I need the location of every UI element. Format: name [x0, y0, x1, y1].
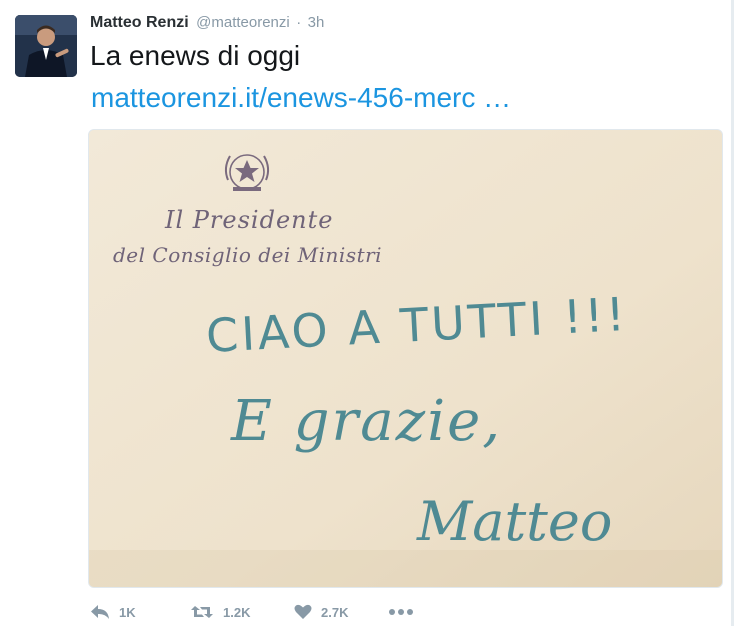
- tweet-timestamp[interactable]: 3h: [308, 14, 325, 31]
- letterhead-title: Il Presidente: [164, 206, 333, 234]
- like-button[interactable]: 2.7K: [294, 600, 348, 624]
- retweet-icon: [191, 606, 213, 618]
- more-dots-icon: [389, 609, 413, 615]
- tweet-actions: 1K 1.2K 2.7K: [90, 600, 530, 626]
- reply-count: 1K: [119, 604, 136, 620]
- heart-icon: [294, 604, 312, 619]
- letterhead-subtitle: del Consiglio dei Ministri: [113, 243, 382, 267]
- retweet-button[interactable]: 1.2K: [190, 600, 250, 624]
- more-button[interactable]: [388, 600, 423, 624]
- author-name[interactable]: Matteo Renzi: [90, 14, 189, 31]
- retweet-count: 1.2K: [223, 604, 251, 620]
- handwritten-letter-image: Il Presidente del Consiglio dei Ministri…: [89, 130, 722, 587]
- time-separator: ·: [296, 14, 302, 31]
- avatar-photo: [15, 15, 77, 77]
- reply-icon: [91, 605, 109, 619]
- tweet-link[interactable]: matteorenzi.it/enews-456-merc …: [91, 82, 511, 114]
- handwritten-signature: Matteo: [416, 490, 612, 553]
- avatar[interactable]: [15, 15, 77, 77]
- tweet-media-photo[interactable]: Il Presidente del Consiglio dei Ministri…: [88, 129, 723, 588]
- tweet: Matteo Renzi @matteorenzi · 3h La enews …: [0, 0, 734, 626]
- like-count: 2.7K: [321, 604, 349, 620]
- tweet-text: La enews di oggi: [90, 40, 301, 71]
- tweet-header: Matteo Renzi @matteorenzi · 3h: [90, 14, 324, 34]
- reply-button[interactable]: 1K: [90, 600, 136, 624]
- author-handle[interactable]: @matteorenzi: [196, 14, 290, 31]
- handwriting-thanks: E grazie,: [230, 389, 502, 454]
